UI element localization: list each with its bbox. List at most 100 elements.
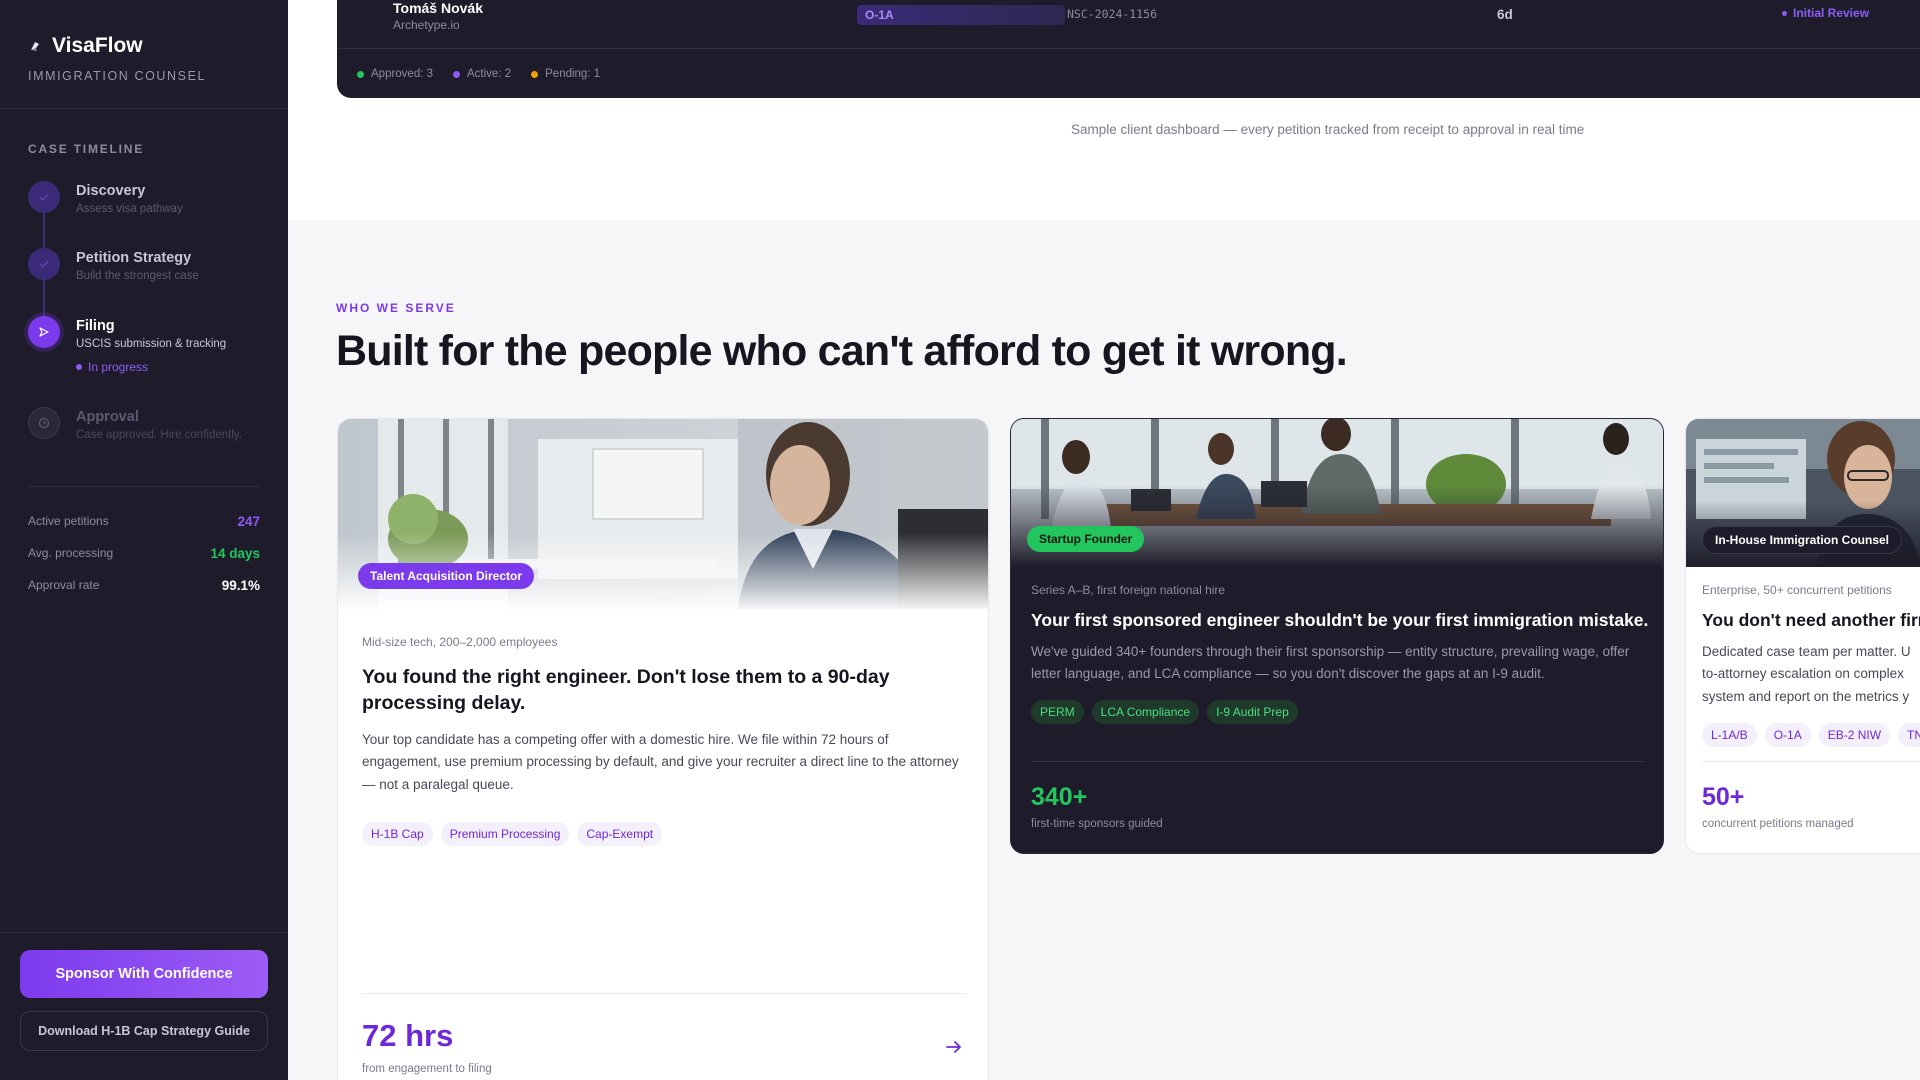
role-badge: Talent Acquisition Director	[358, 563, 535, 589]
step-done-dot	[28, 181, 60, 213]
card-divider	[362, 993, 966, 994]
stat-avg-processing: Avg. processing 14 days	[28, 546, 260, 561]
card-metric-label: from engagement to filing	[362, 1063, 492, 1075]
status-dot	[1782, 10, 1787, 16]
dashboard-preview-band: Tomáš Novák Archetype.io O-1A NSC-2024-1…	[288, 0, 1920, 220]
check-icon	[39, 260, 49, 269]
tag-list: PERM LCA Compliance I-9 Audit Prep	[1031, 700, 1298, 724]
download-guide-button[interactable]: Download H-1B Cap Strategy Guide	[20, 1011, 268, 1051]
tag-pill: I-9 Audit Prep	[1207, 700, 1298, 724]
step-desc: Assess visa pathway	[76, 203, 183, 215]
brand-logo-icon	[31, 42, 39, 51]
step-status-label: In progress	[88, 360, 149, 374]
main-content: Tomáš Novák Archetype.io O-1A NSC-2024-1…	[288, 0, 1920, 1080]
card-body: We've guided 340+ founders through their…	[1031, 644, 1630, 682]
tag-pill: L-1A/B	[1702, 723, 1757, 747]
audience-card-startup-founder[interactable]: Startup Founder Series A–B, first foreig…	[1010, 418, 1664, 854]
card-divider	[1702, 761, 1920, 762]
brand[interactable]: VisaFlow	[28, 34, 143, 58]
legend-dot	[453, 70, 461, 78]
legend-dot	[357, 70, 364, 78]
audience-card-talent-acquisition[interactable]: Talent Acquisition Director Mid-size tec…	[337, 418, 989, 1080]
tag-pill: LCA Compliance	[1091, 700, 1200, 724]
card-body: Your top candidate has a competing offer…	[362, 732, 959, 792]
receipt-number: NSC-2024-1156	[1067, 7, 1158, 21]
card-meta: Series A–B, first foreign national hire	[1031, 583, 1226, 597]
step-upcoming-dot	[28, 407, 60, 439]
legend-label: Pending: 1	[545, 68, 601, 80]
card-meta: Enterprise, 50+ concurrent petitions	[1702, 583, 1892, 597]
step-desc: Case approved. Hire confidently.	[76, 429, 242, 441]
card-body-line: Dedicated case team per matter. U	[1702, 644, 1911, 659]
stat-approval-rate: Approval rate 99.1%	[28, 578, 260, 593]
status-badge: Initial Review	[1782, 6, 1869, 20]
sidebar-divider	[28, 486, 260, 487]
step-title: Discovery	[76, 183, 146, 199]
status-label: Initial Review	[1793, 6, 1870, 20]
step-title: Approval	[76, 409, 139, 425]
step-desc: USCIS submission & tracking	[76, 338, 227, 350]
card-divider	[1031, 761, 1645, 762]
sidebar-divider	[0, 932, 288, 933]
card-title: Your first sponsored engineer shouldn't …	[1031, 610, 1649, 630]
card-metric-label: concurrent petitions managed	[1702, 818, 1854, 830]
legend-label: Active: 2	[467, 68, 512, 80]
card-metric-label: first-time sponsors guided	[1031, 818, 1163, 830]
sidebar-divider	[0, 108, 288, 109]
table-row[interactable]: Tomáš Novák Archetype.io O-1A NSC-2024-1…	[337, 0, 1920, 49]
brand-subtitle: IMMIGRATION COUNSEL	[28, 69, 207, 83]
tag-pill: TN	[1898, 723, 1920, 747]
section-eyebrow: WHO WE SERVE	[336, 301, 456, 315]
status-dot	[76, 364, 82, 370]
tag-pill: H-1B Cap	[362, 822, 433, 846]
step-active-dot	[28, 316, 60, 348]
stat-label: Approval rate	[28, 578, 100, 592]
legend-approved: Approved: 3	[357, 68, 433, 80]
brand-name: VisaFlow	[52, 34, 143, 57]
stat-value: 247	[237, 514, 260, 529]
clock-icon	[38, 417, 50, 429]
tag-pill: Premium Processing	[440, 822, 570, 846]
stat-label: Avg. processing	[28, 546, 114, 560]
section-heading: Built for the people who can't afford to…	[336, 327, 1348, 375]
step-status: In progress	[76, 360, 148, 374]
tag-list: L-1A/B O-1A EB-2 NIW TN	[1702, 723, 1920, 747]
card-title: You found the right engineer. Don't lose…	[362, 666, 890, 714]
client-company: Archetype.io	[393, 18, 460, 32]
step-title: Petition Strategy	[76, 250, 192, 266]
step-done-dot	[28, 248, 60, 280]
legend-dot	[531, 70, 539, 78]
stat-label: Active petitions	[28, 514, 109, 528]
card-metric: 72 hrs	[362, 1018, 454, 1053]
stat-value: 99.1%	[221, 578, 260, 593]
role-badge: In-House Immigration Counsel	[1702, 526, 1903, 554]
visa-type-badge: O-1A	[857, 5, 1065, 25]
arrow-right-icon[interactable]	[944, 1037, 964, 1057]
card-body-line: to-attorney escalation on complex	[1702, 666, 1904, 682]
check-icon	[39, 193, 49, 202]
send-icon	[39, 327, 49, 337]
sidebar: VisaFlow IMMIGRATION COUNSEL CASE TIMELI…	[0, 0, 288, 1080]
card-body-line: system and report on the metrics y	[1702, 688, 1910, 704]
client-dashboard-preview: Tomáš Novák Archetype.io O-1A NSC-2024-1…	[337, 0, 1920, 98]
tag-pill: O-1A	[1764, 723, 1811, 747]
tag-pill: PERM	[1031, 700, 1084, 724]
card-meta: Mid-size tech, 200–2,000 employees	[362, 635, 558, 649]
step-desc: Build the strongest case	[76, 270, 199, 282]
dashboard-legend: Approved: 3 Active: 2 Pending: 1	[357, 68, 600, 80]
role-badge: Startup Founder	[1027, 526, 1145, 552]
audience-card-in-house-counsel[interactable]: In-House Immigration Counsel Enterprise,…	[1685, 418, 1920, 854]
card-title: You don't need another firm	[1702, 610, 1920, 630]
legend-pending: Pending: 1	[531, 68, 600, 80]
sponsor-cta-button[interactable]: Sponsor With Confidence	[20, 950, 268, 998]
days-elapsed: 6d	[1497, 7, 1513, 22]
tag-pill: EB-2 NIW	[1818, 723, 1891, 747]
legend-active: Active: 2	[453, 68, 511, 80]
card-body: Dedicated case team per matter. U to-att…	[1702, 641, 1911, 708]
card-metric: 340+	[1031, 783, 1088, 811]
stat-value: 14 days	[210, 546, 260, 561]
timeline-heading: CASE TIMELINE	[28, 142, 145, 156]
step-title: Filing	[76, 318, 115, 334]
tag-pill: Cap-Exempt	[577, 822, 663, 846]
stat-active-petitions: Active petitions 247	[28, 514, 260, 529]
